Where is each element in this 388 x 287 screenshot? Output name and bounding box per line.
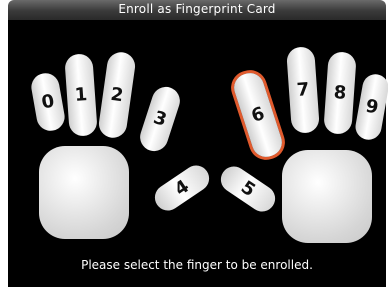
finger-3-label: 3 xyxy=(150,107,170,131)
finger-0[interactable]: 0 xyxy=(29,71,67,133)
finger-selection-screen: 0 1 2 3 4 5 6 7 8 9 Please select the fi… xyxy=(8,20,388,287)
finger-7-label: 7 xyxy=(296,79,310,101)
finger-3[interactable]: 3 xyxy=(136,83,184,155)
left-palm xyxy=(39,146,129,239)
finger-map: 0 1 2 3 4 5 6 7 8 9 xyxy=(8,20,388,287)
finger-2[interactable]: 2 xyxy=(97,50,137,140)
enroll-window: Enroll as Fingerprint Card 0 1 2 3 4 5 6… xyxy=(0,0,388,287)
finger-9-label: 9 xyxy=(364,95,380,119)
finger-5-label: 5 xyxy=(236,176,260,202)
window-title: Enroll as Fingerprint Card xyxy=(118,2,276,16)
finger-8-label: 8 xyxy=(333,82,347,104)
title-bar: Enroll as Fingerprint Card xyxy=(8,0,386,20)
finger-8[interactable]: 8 xyxy=(323,51,357,135)
finger-1-label: 1 xyxy=(74,84,88,106)
status-message: Please select the finger to be enrolled. xyxy=(81,258,313,272)
finger-0-label: 0 xyxy=(40,90,56,114)
finger-6-label: 6 xyxy=(248,103,268,127)
finger-6[interactable]: 6 xyxy=(230,69,286,161)
finger-4[interactable]: 4 xyxy=(149,160,215,216)
finger-4-label: 4 xyxy=(170,175,194,201)
finger-7[interactable]: 7 xyxy=(286,46,320,134)
finger-1[interactable]: 1 xyxy=(64,53,98,137)
finger-5[interactable]: 5 xyxy=(215,161,281,217)
right-palm xyxy=(282,150,372,243)
finger-2-label: 2 xyxy=(109,83,125,107)
finger-9[interactable]: 9 xyxy=(353,72,388,142)
